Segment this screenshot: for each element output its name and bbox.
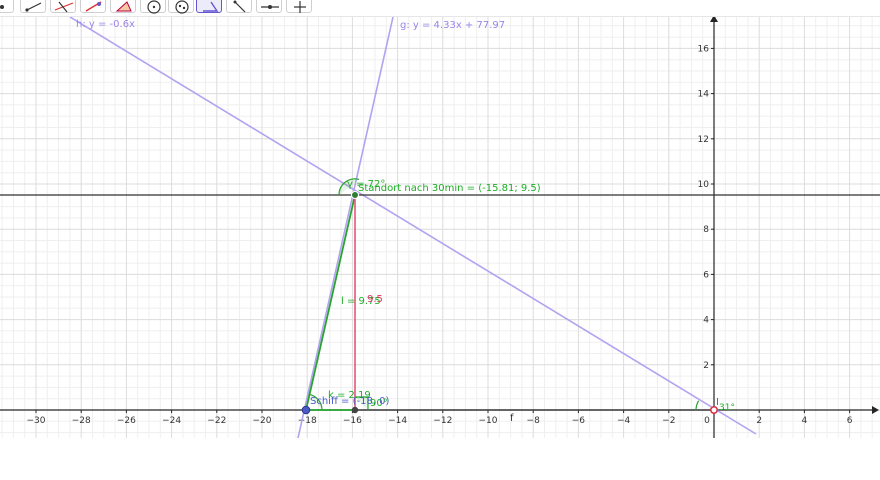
line-tool-icon bbox=[54, 1, 74, 13]
x-tick-label: 0 bbox=[704, 416, 710, 426]
x-tick-label: 4 bbox=[802, 416, 808, 426]
y-tick-label: 14 bbox=[698, 90, 710, 100]
x-tick-label: −12 bbox=[433, 416, 452, 426]
line-h-label: h: y = -0.6x bbox=[76, 19, 135, 30]
line-g[interactable] bbox=[297, 17, 394, 438]
y-tick-label: 4 bbox=[703, 316, 709, 326]
x-axis-arrow bbox=[872, 406, 879, 414]
line-h[interactable] bbox=[69, 17, 757, 435]
ellipse-tool-button[interactable] bbox=[168, 0, 194, 14]
x-tick-label: −2 bbox=[662, 416, 675, 426]
line-g-label: g: y = 4.33x + 77.97 bbox=[400, 20, 505, 31]
standort-label: Standort nach 30min = (-15.81; 9.5) bbox=[358, 183, 541, 194]
axes bbox=[0, 17, 879, 438]
y-tick-label: 10 bbox=[698, 180, 710, 190]
point-tool-button[interactable] bbox=[20, 0, 46, 13]
reflect-tool-button[interactable] bbox=[226, 0, 252, 13]
minor-grid bbox=[0, 17, 880, 438]
x-tick-label: −30 bbox=[27, 416, 46, 426]
y-tick-label: 8 bbox=[703, 225, 709, 235]
point-tool-icon bbox=[25, 2, 42, 12]
y-axis-ticks: 2 4 6 8 10 12 14 16 bbox=[698, 44, 714, 371]
graphics-view[interactable]: −30 −28 −26 −24 −22 −20 −18 −16 −14 −12 −10 −8 −6 −4−… bbox=[0, 17, 880, 438]
y-tick-label: 12 bbox=[698, 135, 709, 145]
x-tick-label: 2 bbox=[756, 416, 762, 426]
angle-origin-label: 31° bbox=[719, 403, 735, 413]
perpendicular-line-tool-button[interactable] bbox=[80, 0, 106, 13]
x-tick-label: −16 bbox=[343, 416, 362, 426]
x-tick-label: −6 bbox=[572, 416, 586, 426]
x-tick-label: −24 bbox=[162, 416, 181, 426]
x-tick-label: −22 bbox=[207, 416, 226, 426]
slider-tool-button[interactable] bbox=[256, 0, 282, 13]
x-tick-label: −10 bbox=[479, 416, 498, 426]
x-tick-label: −28 bbox=[72, 416, 91, 426]
angle-origin-arc bbox=[695, 400, 700, 411]
point-foot[interactable] bbox=[351, 406, 359, 414]
below-graphics-area bbox=[0, 438, 880, 480]
circle-tool-icon bbox=[147, 0, 161, 14]
polygon-tool-button[interactable] bbox=[110, 0, 136, 13]
x-tick-label: −4 bbox=[617, 416, 631, 426]
y-tick-label: 2 bbox=[703, 361, 709, 371]
angle-right-label: 90° bbox=[370, 398, 388, 409]
move-tool-button[interactable] bbox=[0, 0, 14, 13]
x-tick-label: −26 bbox=[117, 416, 136, 426]
line-tool-button[interactable] bbox=[50, 0, 76, 13]
x-tick-label: −14 bbox=[388, 416, 407, 426]
slider-tool-icon bbox=[261, 5, 279, 9]
point-schiff[interactable] bbox=[301, 405, 311, 415]
y-axis-arrow bbox=[710, 17, 718, 22]
y-tick-label: 6 bbox=[703, 270, 709, 280]
segment-f-label: f bbox=[510, 413, 514, 424]
toolbar bbox=[0, 0, 880, 17]
angle-tool-icon bbox=[203, 1, 219, 12]
height-label: 9.5 bbox=[367, 294, 383, 305]
x-tick-label: 6 bbox=[847, 416, 853, 426]
x-tick-label: −8 bbox=[527, 416, 541, 426]
perpendicular-line-tool-icon bbox=[85, 1, 102, 12]
polygon-tool-icon bbox=[115, 1, 132, 12]
reflect-tool-icon bbox=[233, 0, 246, 13]
move-graphics-view-tool-icon bbox=[294, 1, 306, 13]
angle-tool-button[interactable] bbox=[196, 0, 222, 13]
move-graphics-view-tool-button[interactable] bbox=[286, 0, 312, 13]
ellipse-tool-icon bbox=[175, 0, 189, 14]
y-tick-label: 16 bbox=[698, 44, 710, 54]
move-tool-icon bbox=[0, 5, 4, 9]
circle-tool-button[interactable] bbox=[140, 0, 166, 14]
x-tick-label: −20 bbox=[253, 416, 272, 426]
